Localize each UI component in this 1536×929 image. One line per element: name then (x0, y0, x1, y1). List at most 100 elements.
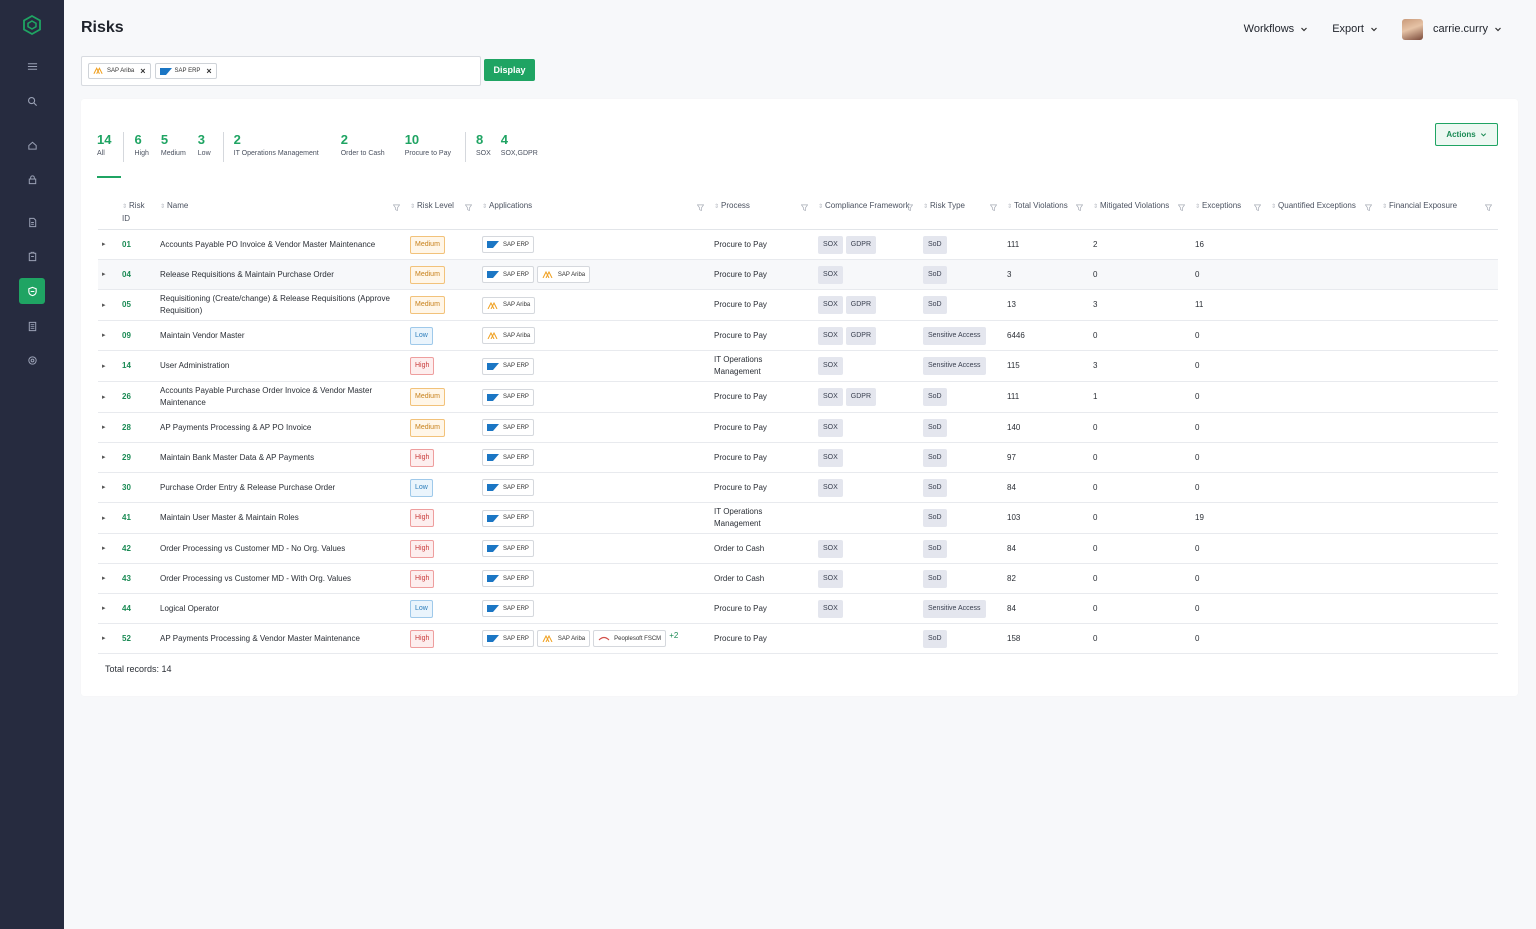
filter-icon[interactable] (801, 204, 808, 211)
expand-caret-icon[interactable]: ▸ (102, 454, 106, 461)
quantified-exceptions-cell (1267, 593, 1378, 624)
filter-icon[interactable] (1485, 204, 1492, 211)
mitigated-header[interactable]: ⇕ Mitigated Violations (1089, 196, 1191, 230)
risk-level-cell: Low (406, 472, 478, 503)
table-row[interactable]: ▸ 01 Accounts Payable PO Invoice & Vendor … (98, 229, 1498, 260)
table-row[interactable]: ▸ 43 Order Processing vs Customer MD - Wit… (98, 563, 1498, 594)
applications-header[interactable]: ⇕ Applications (478, 196, 710, 230)
filter-icon[interactable] (697, 204, 704, 211)
application-label: SAP Ariba (557, 635, 586, 642)
risk-id-header[interactable]: ⇕ Risk ID (118, 196, 156, 230)
risk-id-link[interactable]: 30 (122, 483, 131, 492)
exceptions-header[interactable]: ⇕ Exceptions (1191, 196, 1267, 230)
filter-icon[interactable] (1076, 204, 1083, 211)
expand-caret-icon[interactable]: ▸ (102, 484, 106, 491)
table-row[interactable]: ▸ 04 Release Requisitions & Maintain Purch… (98, 259, 1498, 290)
table-row[interactable]: ▸ 09 Maintain Vendor Master Low SAP Ariba Pro… (98, 320, 1498, 351)
lock-icon[interactable] (19, 166, 45, 192)
expand-caret-icon[interactable]: ▸ (102, 332, 106, 339)
expand-caret-icon[interactable]: ▸ (102, 605, 106, 612)
expand-caret-icon[interactable]: ▸ (102, 394, 106, 401)
expand-column-header (98, 196, 118, 230)
risk-id-link[interactable]: 05 (122, 300, 131, 309)
risk-id-link[interactable]: 44 (122, 604, 131, 613)
table-row[interactable]: ▸ 42 Order Processing vs Customer MD - No … (98, 533, 1498, 564)
settings-icon[interactable] (19, 347, 45, 373)
more-applications-link[interactable]: +2 (669, 631, 678, 640)
expand-caret-icon[interactable]: ▸ (102, 545, 106, 552)
table-row[interactable]: ▸ 30 Purchase Order Entry & Release Purcha… (98, 472, 1498, 503)
stat-sox-gdpr[interactable]: 4 SOX,GDPR (501, 132, 538, 162)
filter-icon[interactable] (990, 204, 997, 211)
table-row[interactable]: ▸ 44 Logical Operator Low SAP ERP Procure to … (98, 593, 1498, 624)
display-button[interactable]: Display (484, 59, 535, 81)
risk-id-link[interactable]: 14 (122, 361, 131, 370)
table-row[interactable]: ▸ 28 AP Payments Processing & AP PO Invoic… (98, 412, 1498, 443)
stat-low[interactable]: 3 Low (198, 132, 211, 162)
risk-type-header[interactable]: ⇕ Risk Type (919, 196, 1003, 230)
filter-icon[interactable] (1254, 204, 1261, 211)
table-row[interactable]: ▸ 29 Maintain Bank Master Data & AP Paymen… (98, 442, 1498, 473)
report-icon[interactable] (19, 313, 45, 339)
search-icon[interactable] (19, 88, 45, 114)
quantified-header[interactable]: ⇕ Quantified Exceptions (1267, 196, 1378, 230)
stat-high[interactable]: 6 High (134, 132, 148, 162)
expand-caret-icon[interactable]: ▸ (102, 271, 106, 278)
filter-icon[interactable] (1178, 204, 1185, 211)
menu-icon[interactable] (19, 53, 45, 79)
expand-cell: ▸ (98, 593, 118, 624)
app-logo-icon[interactable] (22, 15, 42, 35)
table-row[interactable]: ▸ 52 AP Payments Processing & Vendor Maste… (98, 623, 1498, 654)
risk-id-link[interactable]: 41 (122, 513, 131, 522)
export-menu[interactable]: Export (1332, 18, 1378, 40)
risk-id-link[interactable]: 52 (122, 634, 131, 643)
table-row[interactable]: ▸ 41 Maintain User Master & Maintain Roles… (98, 502, 1498, 534)
actions-button[interactable]: Actions (1435, 123, 1498, 146)
remove-chip-icon[interactable]: × (140, 66, 145, 76)
stat-medium[interactable]: 5 Medium (161, 132, 186, 162)
stat-order-to-cash[interactable]: 2 Order to Cash (341, 132, 385, 162)
risk-id-link[interactable]: 01 (122, 240, 131, 249)
risk-id-link[interactable]: 28 (122, 423, 131, 432)
risk-id-link[interactable]: 04 (122, 270, 131, 279)
risk-id-link[interactable]: 43 (122, 574, 131, 583)
expand-caret-icon[interactable]: ▸ (102, 302, 106, 309)
filter-icon[interactable] (465, 204, 472, 211)
risk-id-link[interactable]: 29 (122, 453, 131, 462)
table-row[interactable]: ▸ 14 User Administration High SAP ERP IT Oper… (98, 350, 1498, 382)
expand-caret-icon[interactable]: ▸ (102, 515, 106, 522)
workflows-menu[interactable]: Workflows (1244, 18, 1309, 40)
name-header[interactable]: ⇕ Name (156, 196, 406, 230)
process-header[interactable]: ⇕ Process (710, 196, 814, 230)
remove-chip-icon[interactable]: × (206, 66, 211, 76)
filter-icon[interactable] (1365, 204, 1372, 211)
expand-caret-icon[interactable]: ▸ (102, 575, 106, 582)
table-row[interactable]: ▸ 05 Requisitioning (Create/change) & Rele… (98, 289, 1498, 321)
user-menu[interactable]: carrie.curry (1401, 18, 1502, 40)
exceptions-cell: 11 (1191, 289, 1267, 321)
risk-shield-icon[interactable] (19, 278, 45, 304)
application-filter-input[interactable]: SAP Ariba × SAP ERP × (81, 56, 481, 86)
compliance-header[interactable]: ⇕ Compliance Framework (814, 196, 919, 230)
stat-sox[interactable]: 8 SOX (476, 132, 491, 162)
document-icon[interactable] (19, 209, 45, 235)
clipboard-icon[interactable] (19, 243, 45, 269)
stat-all[interactable]: 14 All (97, 132, 122, 178)
table-row[interactable]: ▸ 26 Accounts Payable Purchase Order Invoi… (98, 381, 1498, 413)
stat-label: Medium (160, 150, 186, 157)
risk-id-link[interactable]: 26 (122, 392, 131, 401)
home-icon[interactable] (19, 132, 45, 158)
filter-icon[interactable] (906, 204, 913, 211)
total-violations-header[interactable]: ⇕ Total Violations (1003, 196, 1089, 230)
expand-caret-icon[interactable]: ▸ (102, 363, 106, 370)
expand-caret-icon[interactable]: ▸ (102, 241, 106, 248)
financial-header[interactable]: ⇕ Financial Exposure (1378, 196, 1498, 230)
expand-caret-icon[interactable]: ▸ (102, 635, 106, 642)
stat-it-operations-management[interactable]: 2 IT Operations Management (234, 132, 319, 162)
stat-procure-to-pay[interactable]: 10 Procure to Pay (405, 132, 451, 162)
risk-id-link[interactable]: 42 (122, 544, 131, 553)
filter-icon[interactable] (393, 204, 400, 211)
expand-caret-icon[interactable]: ▸ (102, 424, 106, 431)
risk-level-header[interactable]: ⇕ Risk Level (406, 196, 478, 230)
risk-id-link[interactable]: 09 (122, 331, 131, 340)
